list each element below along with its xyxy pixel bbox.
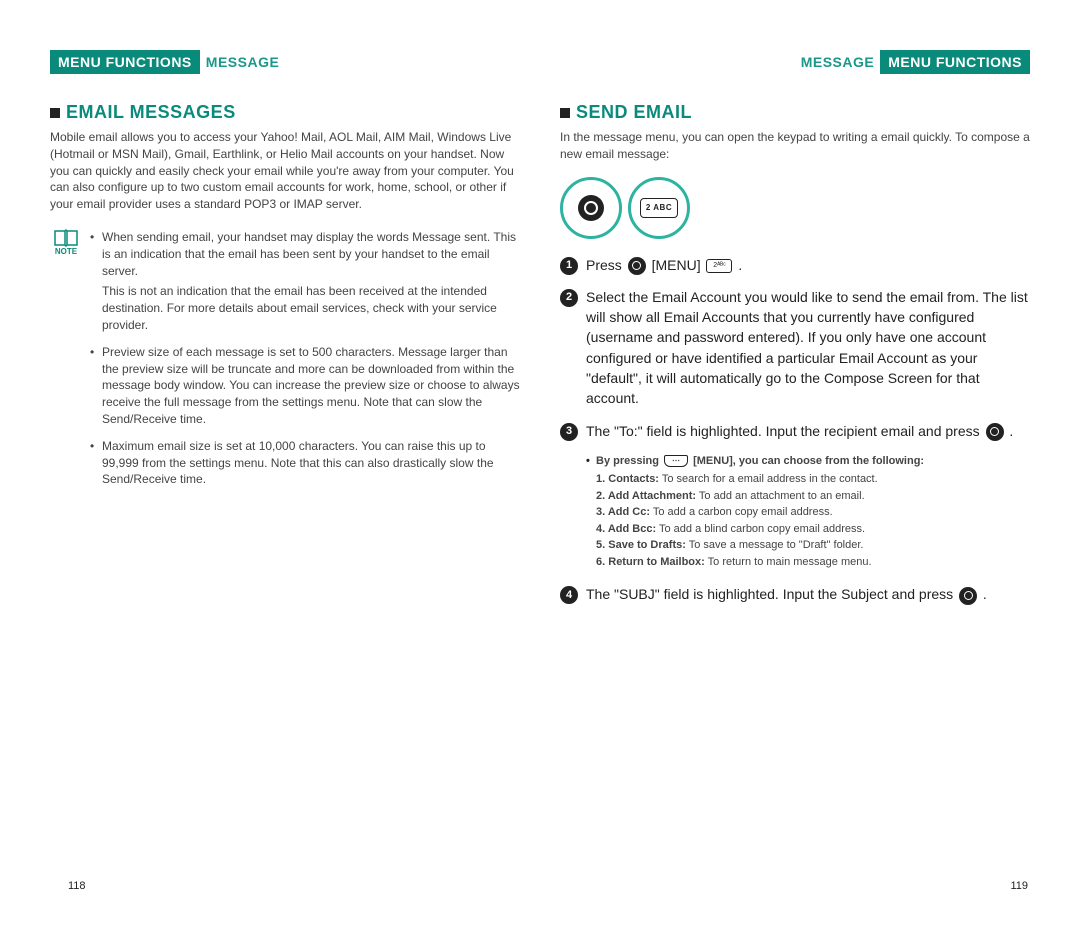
key-2-icon: 2ᴬᴮᶜ — [706, 259, 732, 273]
right-page: MESSAGE MENU FUNCTIONS SEND EMAIL In the… — [560, 50, 1030, 870]
square-bullet-icon — [50, 108, 60, 118]
menu-intro: By pressing [MENU], you can choose from … — [586, 453, 1030, 470]
step-num-1: 1 — [560, 257, 578, 275]
heading-text-right: SEND EMAIL — [576, 102, 692, 123]
menu-item-6: 6. Return to Mailbox: To return to main … — [586, 554, 1030, 571]
page-number-right: 119 — [1010, 880, 1028, 892]
ok-key-icon — [578, 195, 604, 221]
menu-item-5: 5. Save to Drafts: To save a message to … — [586, 537, 1030, 554]
menu-item-4: 4. Add Bcc: To add a blind carbon copy e… — [586, 521, 1030, 538]
menu-item-3: 3. Add Cc: To add a carbon copy email ad… — [586, 504, 1030, 521]
heading-text-left: EMAIL MESSAGES — [66, 102, 236, 123]
note-label: NOTE — [50, 247, 82, 256]
step-num-2: 2 — [560, 289, 578, 307]
step-num-3: 3 — [560, 423, 578, 441]
menu-item-1: 1. Contacts: To search for a email addre… — [586, 471, 1030, 488]
note-icon: NOTE — [50, 229, 82, 256]
page-number-left: 118 — [68, 880, 86, 892]
ok-key-icon — [986, 423, 1004, 441]
menu-item-2: 2. Add Attachment: To add an attachment … — [586, 488, 1030, 505]
step-2-text: Select the Email Account you would like … — [586, 287, 1030, 409]
step-num-4: 4 — [560, 586, 578, 604]
heading-email-messages: EMAIL MESSAGES — [50, 102, 520, 123]
step-1: 1 Press [MENU] 2ᴬᴮᶜ . — [560, 255, 1030, 275]
header-right: MESSAGE MENU FUNCTIONS — [560, 50, 1030, 74]
tab-sub-left: MESSAGE — [200, 54, 286, 70]
manual-spread: MENU FUNCTIONS MESSAGE EMAIL MESSAGES Mo… — [0, 0, 1080, 890]
step-1-text: Press [MENU] 2ᴬᴮᶜ . — [586, 255, 1030, 275]
intro-left: Mobile email allows you to access your Y… — [50, 129, 520, 213]
tab-sub-right: MESSAGE — [795, 54, 881, 70]
square-bullet-icon — [560, 108, 570, 118]
ok-key-icon — [628, 257, 646, 275]
ok-key-icon — [959, 587, 977, 605]
step-2: 2 Select the Email Account you would lik… — [560, 287, 1030, 409]
note-item-1: When sending email, your handset may dis… — [90, 229, 520, 279]
tab-left: MENU FUNCTIONS — [50, 50, 200, 74]
header-left: MENU FUNCTIONS MESSAGE — [50, 50, 520, 74]
steps-list: 1 Press [MENU] 2ᴬᴮᶜ . 2 Select the Email… — [560, 255, 1030, 605]
note-item-2: Preview size of each message is set to 5… — [90, 344, 520, 428]
note-block: NOTE When sending email, your handset ma… — [50, 229, 520, 498]
key-2-icon: 2 ABC — [640, 198, 678, 218]
menu-options-box: By pressing [MENU], you can choose from … — [586, 453, 1030, 571]
key-2-circle: 2 ABC — [628, 177, 690, 239]
step-3: 3 The "To:" field is highlighted. Input … — [560, 421, 1030, 441]
tab-right: MENU FUNCTIONS — [880, 50, 1030, 74]
heading-send-email: SEND EMAIL — [560, 102, 1030, 123]
note-item-3: Maximum email size is set at 10,000 char… — [90, 438, 520, 488]
step-3-text: The "To:" field is highlighted. Input th… — [586, 421, 1030, 441]
left-page: MENU FUNCTIONS MESSAGE EMAIL MESSAGES Mo… — [50, 50, 520, 870]
note-list: When sending email, your handset may dis… — [90, 229, 520, 498]
softkey-icon — [664, 455, 688, 467]
ok-key-circle — [560, 177, 622, 239]
step-4: 4 The "SUBJ" field is highlighted. Input… — [560, 584, 1030, 604]
key-icons-row: 2 ABC — [560, 177, 1030, 239]
note-item-1-sub: This is not an indication that the email… — [90, 283, 520, 333]
step-4-text: The "SUBJ" field is highlighted. Input t… — [586, 584, 1030, 604]
intro-right: In the message menu, you can open the ke… — [560, 129, 1030, 163]
